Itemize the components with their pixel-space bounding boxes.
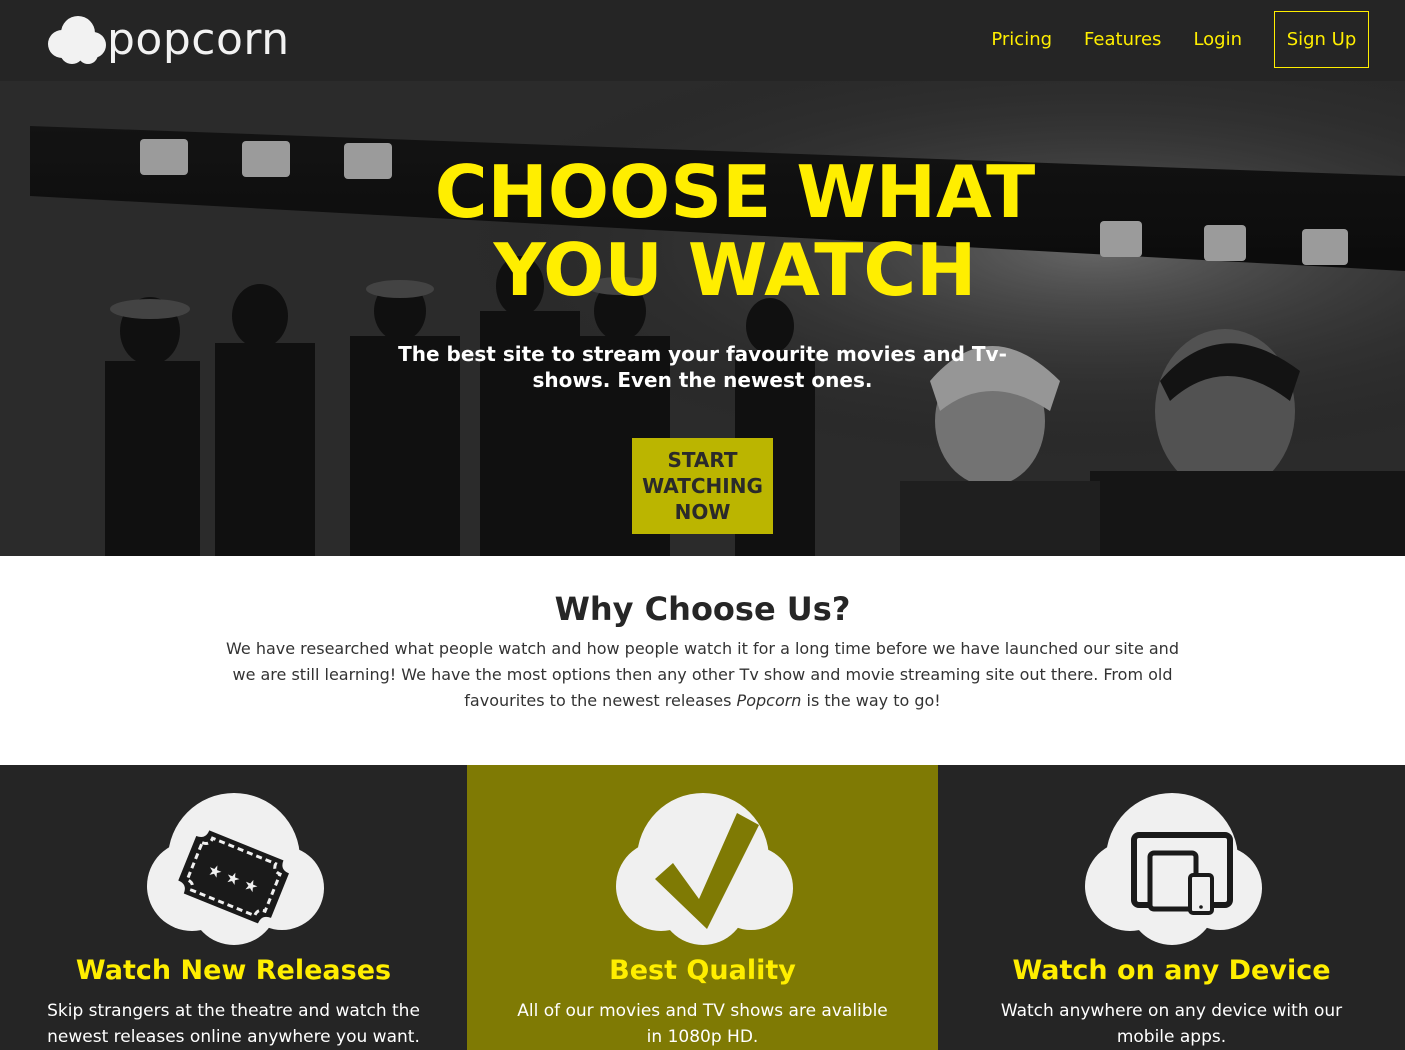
top-navbar: popcorn Pricing Features Login Sign Up [0,0,1405,81]
feature-1-title: Watch New Releases [75,955,392,986]
nav-link-pricing[interactable]: Pricing [991,29,1052,50]
why-title: Why Choose Us? [554,590,851,628]
why-text-emphasis: Popcorn [736,691,802,710]
feature-watch-new-releases: ★ ★ ★ Watch New Releases Skip strangers … [0,765,467,1050]
hero-title: CHOOSE WHAT YOU WATCH [0,153,1405,309]
feature-3-title: Watch on any Device [1012,955,1331,986]
signup-button[interactable]: Sign Up [1274,11,1369,68]
hero-title-line-1: CHOOSE WHAT [434,150,1036,234]
hero-section: CHOOSE WHAT YOU WATCH The best site to s… [0,81,1405,556]
brand-logo[interactable]: popcorn [45,12,290,68]
hero-content: CHOOSE WHAT YOU WATCH The best site to s… [0,81,1405,556]
features-section: ★ ★ ★ Watch New Releases Skip strangers … [0,765,1405,1050]
why-description: We have researched what people watch and… [225,636,1180,714]
ticket-icon: ★ ★ ★ [146,793,324,945]
why-text-part-1: We have researched what people watch and… [226,639,1179,710]
checkmark-icon [615,793,793,945]
cloud-logo-icon [48,16,106,64]
hero-title-line-2: YOU WATCH [493,228,977,312]
start-watching-button[interactable]: START WATCHING NOW [632,438,773,534]
main-nav: Pricing Features Login Sign Up [959,11,1369,68]
feature-1-text: Skip strangers at the theatre and watch … [47,1001,420,1047]
nav-link-features[interactable]: Features [1084,29,1161,50]
brand-name: popcorn [107,14,290,65]
devices-icon [1084,793,1262,945]
why-text-part-2: is the way to go! [801,691,941,710]
feature-best-quality: Best Quality All of our movies and TV sh… [467,765,938,1050]
feature-2-text: All of our movies and TV shows are avali… [517,1001,888,1047]
nav-link-login[interactable]: Login [1193,29,1242,50]
feature-2-title: Best Quality [609,955,796,986]
why-choose-us-section: Why Choose Us? We have researched what p… [0,556,1405,765]
hero-subtitle: The best site to stream your favourite m… [398,342,1007,392]
feature-watch-any-device: Watch on any Device Watch anywhere on an… [938,765,1405,1050]
feature-3-text: Watch anywhere on any device with our mo… [1000,1001,1343,1047]
